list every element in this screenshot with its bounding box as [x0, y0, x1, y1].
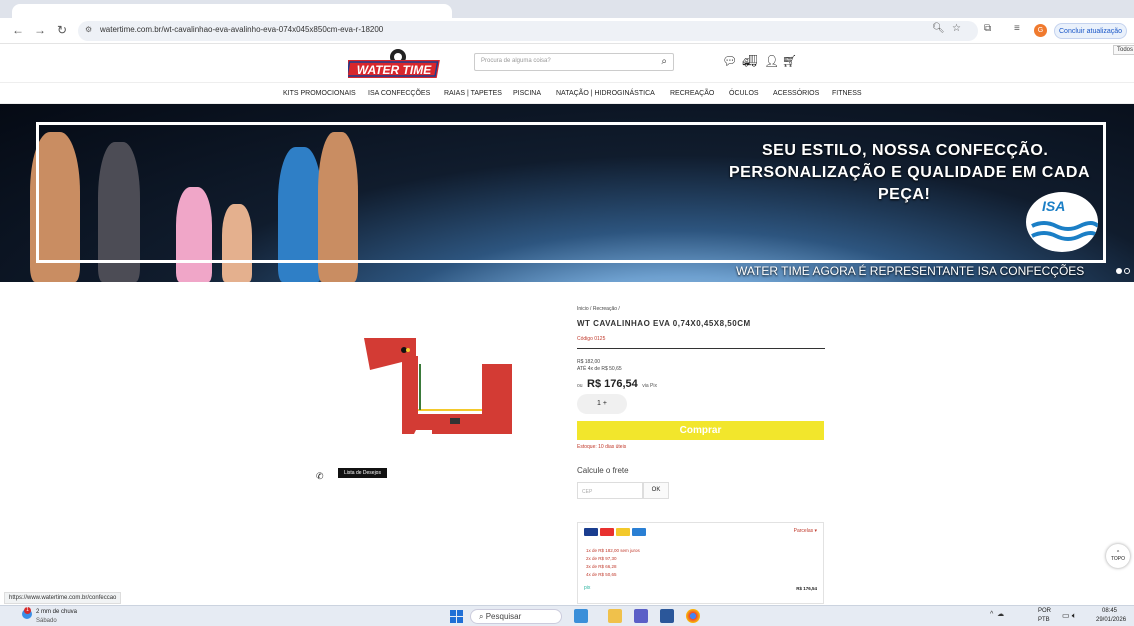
- price-row: ou R$ 176,54 via Pix: [577, 374, 825, 392]
- stock-info: Estoque: 10 dias úteis: [577, 444, 627, 450]
- price-prefix: ou: [577, 383, 583, 389]
- system-tray[interactable]: ^ ☁: [990, 610, 1004, 618]
- user-icon[interactable]: 👤︎: [764, 54, 779, 68]
- banner-footer-text: WATER TIME AGORA É REPRESENTANTE ISA CON…: [736, 264, 1085, 278]
- pix-price: R$ 176,54: [796, 586, 817, 591]
- installment-row: 1x de R$ 182,00 sem juros: [586, 548, 640, 553]
- product-code: Código 0125: [577, 336, 606, 342]
- payment-options: Parcelas ▾ 1x de R$ 182,00 sem juros 2x …: [577, 522, 824, 604]
- windows-start-icon[interactable]: [450, 610, 463, 623]
- menu-item-raias[interactable]: RAIAS | TAPETES: [444, 90, 502, 97]
- product-title: WT CAVALINHAO EVA 0,74X0,45X8,50CM: [577, 319, 751, 328]
- visa-icon: [584, 528, 598, 536]
- installments-text: ATÉ 4x de R$ 50,65: [577, 366, 622, 372]
- topo-label: TOPO: [1110, 556, 1126, 562]
- product-image[interactable]: [360, 334, 516, 438]
- amex-icon: [632, 528, 646, 536]
- chrome-icon[interactable]: [686, 609, 700, 623]
- taskbar-search[interactable]: ⌕ Pesquisar: [470, 609, 562, 624]
- menu-item-natacao[interactable]: NATAÇÃO | HIDROGINÁSTICA: [556, 90, 655, 97]
- installment-row: 4x de R$ 50,65: [586, 572, 617, 577]
- isa-logo: ISA: [1026, 192, 1098, 252]
- menu-item-acessorios[interactable]: ACESSÓRIOS: [773, 90, 819, 97]
- forward-icon[interactable]: →: [32, 22, 48, 38]
- product-price: R$ 176,54: [587, 378, 638, 390]
- product-details: Inicio / Recreação / WT CAVALINHAO EVA 0…: [577, 306, 825, 604]
- clock-time[interactable]: 08:45: [1102, 608, 1117, 614]
- bookmark-star-icon[interactable]: ☆: [952, 23, 961, 34]
- carousel-dot[interactable]: [1124, 268, 1130, 274]
- freight-label: Calcule o frete: [577, 466, 629, 475]
- active-tab[interactable]: [12, 4, 452, 18]
- profile-avatar[interactable]: G: [1034, 24, 1047, 37]
- cep-input[interactable]: CEP: [577, 482, 643, 499]
- back-icon[interactable]: ←: [10, 22, 26, 38]
- menu-item-fitness[interactable]: FITNESS: [832, 90, 862, 97]
- search-placeholder: Procura de alguma coisa?: [481, 58, 551, 64]
- menu-item-piscina[interactable]: PISCINA: [513, 90, 541, 97]
- quantity-stepper[interactable]: 1 +: [577, 394, 627, 414]
- menu-item-oculos[interactable]: ÓCULOS: [729, 90, 759, 97]
- banner-headline-3: PEÇA!: [878, 186, 931, 203]
- logo-text: WATER TIME: [357, 63, 432, 77]
- wave-icon: [1031, 221, 1098, 241]
- site-search-input[interactable]: Procura de alguma coisa? ⌕: [474, 53, 674, 71]
- weather-text[interactable]: 2 mm de chuva: [36, 609, 77, 615]
- mastercard-icon: [600, 528, 614, 536]
- browser-tab-strip: [0, 0, 1134, 18]
- banner-headline-2: PERSONALIZAÇÃO E QUALIDADE EM CADA: [729, 164, 1091, 181]
- clock-date[interactable]: 29/01/2026: [1096, 617, 1126, 623]
- breadcrumb[interactable]: Inicio / Recreação /: [577, 306, 825, 312]
- search-icon[interactable]: ⌕: [661, 56, 667, 67]
- media-icon[interactable]: ≡: [1014, 23, 1020, 34]
- installment-row: 2x de R$ 97,30: [586, 556, 617, 561]
- windows-taskbar: 1 2 mm de chuva Sábado ⌕ Pesquisar ^ ☁ P…: [0, 605, 1134, 626]
- hero-banner[interactable]: SEU ESTILO, NOSSA CONFECÇÃO. PERSONALIZA…: [0, 104, 1134, 282]
- freight-ok-button[interactable]: OK: [643, 482, 669, 499]
- update-button[interactable]: Concluir atualização: [1054, 23, 1128, 39]
- site-logo[interactable]: WATER TIME: [348, 48, 444, 80]
- category-menu: KITS PROMOCIONAIS ISA CONFECÇÕES RAIAS |…: [0, 82, 1134, 104]
- weather-alert-badge: 1: [24, 607, 31, 614]
- weather-day: Sábado: [36, 618, 57, 624]
- divider: [577, 348, 825, 349]
- status-bar-url: https://www.watertime.com.br/confeccao: [4, 592, 122, 604]
- menu-item-recreacao[interactable]: RECREAÇÃO: [670, 90, 714, 97]
- browser-toolbar: ← → ↻ ⚙ watertime.com.br/wt-cavalinhao-e…: [0, 18, 1134, 44]
- language-indicator[interactable]: POR: [1038, 608, 1051, 614]
- menu-item-kits[interactable]: KITS PROMOCIONAIS: [283, 90, 356, 97]
- truck-icon[interactable]: 🚚︎: [742, 54, 757, 68]
- teams-icon[interactable]: [634, 609, 648, 623]
- url-text[interactable]: watertime.com.br/wt-cavalinhao-eva-avali…: [100, 25, 383, 34]
- menu-item-isa[interactable]: ISA CONFECÇÕES: [368, 90, 430, 97]
- taskbar-search-label: Pesquisar: [485, 612, 522, 621]
- extensions-icon[interactable]: ⧉: [984, 23, 991, 34]
- network-volume-icon[interactable]: ▭ 🔈︎: [1062, 611, 1077, 621]
- reload-icon[interactable]: ↻: [54, 22, 70, 38]
- quantity-value[interactable]: 1: [597, 400, 601, 407]
- old-price: R$ 182,00: [577, 359, 601, 365]
- installments-toggle[interactable]: Parcelas ▾: [794, 528, 817, 534]
- word-icon[interactable]: [660, 609, 674, 623]
- site-header: WATER TIME Procura de alguma coisa? ⌕ 💬︎…: [0, 44, 1134, 82]
- carousel-dot-active[interactable]: [1116, 268, 1122, 274]
- back-to-top-button[interactable]: ^ TOPO: [1106, 544, 1130, 568]
- zoom-icon[interactable]: 🔍︎: [932, 23, 945, 34]
- chat-icon[interactable]: 💬︎: [722, 54, 737, 68]
- plus-icon[interactable]: +: [603, 400, 607, 407]
- widgets-app-icon[interactable]: [574, 609, 588, 623]
- address-bar[interactable]: ⚙ watertime.com.br/wt-cavalinhao-eva-ava…: [78, 21, 978, 41]
- installment-row: 3x de R$ 66,28: [586, 564, 617, 569]
- cart-icon[interactable]: 🛒︎: [782, 54, 797, 68]
- buy-button[interactable]: Comprar: [577, 421, 824, 440]
- pix-icon: pix: [584, 585, 591, 591]
- site-info-icon[interactable]: ⚙: [85, 25, 92, 34]
- banner-headline-1: SEU ESTILO, NOSSA CONFECÇÃO.: [762, 142, 1049, 159]
- whatsapp-icon[interactable]: ✆: [316, 471, 324, 482]
- elo-icon: [616, 528, 630, 536]
- file-explorer-icon[interactable]: [608, 609, 622, 623]
- keyboard-layout[interactable]: PTB: [1038, 617, 1050, 623]
- wishlist-button[interactable]: Lista de Desejos: [338, 468, 387, 478]
- price-suffix: via Pix: [642, 383, 657, 389]
